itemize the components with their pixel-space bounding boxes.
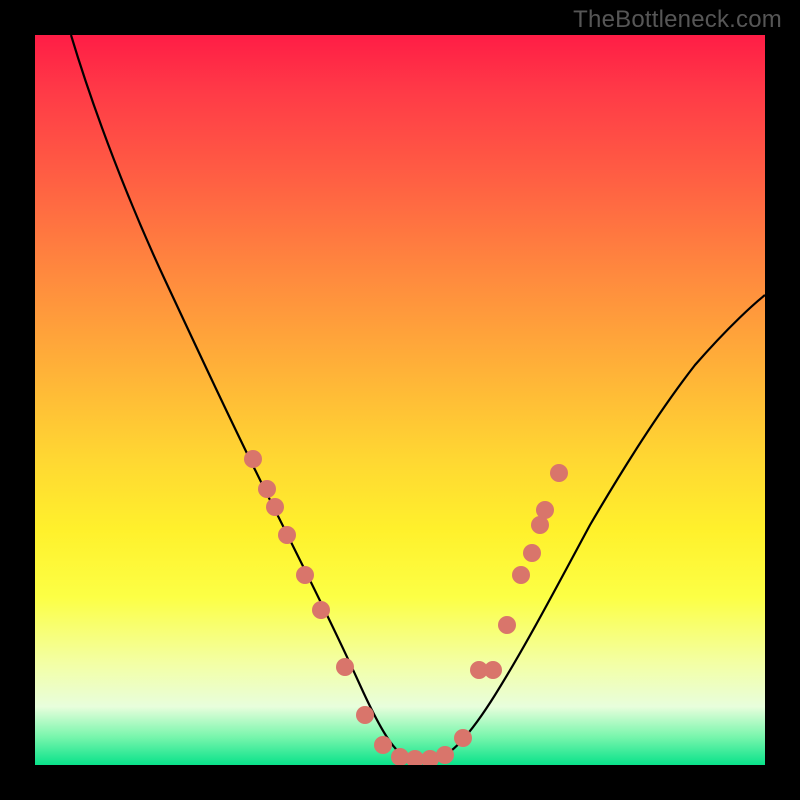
data-point [244, 450, 262, 468]
plot-area [35, 35, 765, 765]
data-point [484, 661, 502, 679]
data-point [523, 544, 541, 562]
data-point [498, 616, 516, 634]
data-point [550, 464, 568, 482]
data-point [336, 658, 354, 676]
data-point [296, 566, 314, 584]
data-point [356, 706, 374, 724]
data-point [266, 498, 284, 516]
data-point [312, 601, 330, 619]
data-point [421, 750, 439, 765]
data-point [278, 526, 296, 544]
data-point [512, 566, 530, 584]
chart-frame: TheBottleneck.com [0, 0, 800, 800]
data-point [454, 729, 472, 747]
watermark-text: TheBottleneck.com [573, 6, 782, 34]
data-point [374, 736, 392, 754]
data-point [391, 748, 409, 765]
data-point [536, 501, 554, 519]
data-point [436, 746, 454, 764]
bottleneck-curve [71, 35, 765, 759]
curve-layer [35, 35, 765, 765]
data-point [258, 480, 276, 498]
